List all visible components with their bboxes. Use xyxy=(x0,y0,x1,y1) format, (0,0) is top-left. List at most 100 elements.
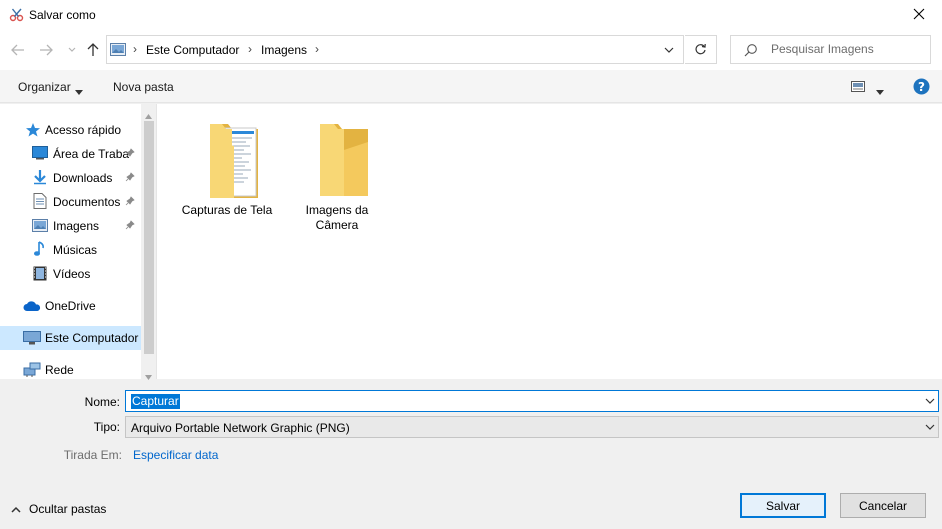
chevron-down-icon[interactable] xyxy=(925,421,935,435)
pin-icon xyxy=(125,195,135,209)
pictures-icon xyxy=(32,219,48,235)
film-icon xyxy=(33,266,49,282)
view-icon xyxy=(851,81,865,92)
nav-label: Acesso rápido xyxy=(45,123,122,137)
save-button[interactable]: Salvar xyxy=(740,493,826,518)
nav-item-imagens[interactable]: Imagens xyxy=(0,214,141,238)
address-history-dropdown[interactable] xyxy=(654,35,684,64)
file-name-value[interactable]: Capturar xyxy=(131,394,180,409)
chevron-down-icon xyxy=(68,47,76,52)
forward-button[interactable] xyxy=(38,42,54,58)
address-bar[interactable]: › Este Computador › Imagens › xyxy=(106,35,684,64)
caret-down-icon xyxy=(876,90,884,95)
nav-label: Documentos xyxy=(53,195,121,209)
network-icon xyxy=(23,362,41,378)
view-options-dropdown[interactable] xyxy=(876,84,884,98)
up-button[interactable] xyxy=(85,42,101,58)
pictures-library-icon xyxy=(110,43,126,56)
nav-label: Este Computador xyxy=(45,331,139,345)
search-icon xyxy=(744,43,758,60)
nav-label: Downloads xyxy=(53,171,113,185)
scroll-up-icon[interactable] xyxy=(145,108,152,122)
nav-item-documentos[interactable]: Documentos xyxy=(0,190,141,214)
music-note-icon xyxy=(33,241,49,257)
help-icon: ? xyxy=(913,78,930,95)
chevron-up-icon xyxy=(11,502,21,516)
organize-button[interactable]: Organizar xyxy=(18,80,71,94)
breadcrumb-este-computador[interactable]: Este Computador xyxy=(146,43,239,57)
file-type-select[interactable]: Arquivo Portable Network Graphic (PNG) xyxy=(125,416,939,438)
close-button[interactable] xyxy=(896,0,942,30)
caret-down-icon xyxy=(75,84,83,98)
breadcrumb-imagens[interactable]: Imagens xyxy=(261,43,307,57)
nav-item-videos[interactable]: Vídeos xyxy=(0,262,141,286)
window-title: Salvar como xyxy=(29,8,96,22)
file-list: Capturas de Tela Imagens da Câmera xyxy=(156,104,942,379)
navigation-pane: Acesso rápido Área de Traba Downloads Do… xyxy=(0,104,156,379)
search-input[interactable] xyxy=(771,42,921,56)
scrollbar-thumb[interactable] xyxy=(144,121,154,354)
command-bar: Organizar Nova pasta ? xyxy=(0,70,942,103)
breadcrumb-separator[interactable]: › xyxy=(315,42,319,56)
nav-label: Área de Traba xyxy=(53,147,130,161)
arrow-right-icon xyxy=(40,44,53,56)
cloud-icon xyxy=(23,300,41,316)
download-arrow-icon xyxy=(32,169,48,185)
folder-capturas-de-tela[interactable]: Capturas de Tela xyxy=(179,120,275,218)
name-label: Nome: xyxy=(84,395,120,409)
file-type-value: Arquivo Portable Network Graphic (PNG) xyxy=(131,421,350,435)
arrow-left-icon xyxy=(11,44,24,56)
nav-label: Rede xyxy=(45,363,74,377)
cancel-button[interactable]: Cancelar xyxy=(840,493,926,518)
pin-icon xyxy=(125,219,135,233)
navigation-scrollbar[interactable] xyxy=(141,104,156,380)
refresh-button[interactable] xyxy=(685,35,717,64)
pin-icon xyxy=(125,147,135,161)
arrow-up-icon xyxy=(87,43,99,56)
computer-icon xyxy=(23,331,41,347)
specify-date-link[interactable]: Especificar data xyxy=(133,448,218,462)
pin-icon xyxy=(125,171,135,185)
nav-label: Imagens xyxy=(53,219,100,233)
type-label: Tipo: xyxy=(93,420,120,434)
nav-item-rede[interactable]: Rede xyxy=(0,358,141,382)
nav-item-musicas[interactable]: Músicas xyxy=(0,238,141,262)
nav-item-area-de-trabalho[interactable]: Área de Traba xyxy=(0,142,141,166)
folder-imagens-da-camera[interactable]: Imagens da Câmera xyxy=(289,120,385,233)
nav-item-acesso-rapido[interactable]: Acesso rápido xyxy=(0,118,141,142)
search-box[interactable] xyxy=(730,35,931,64)
folder-name-line2: Câmera xyxy=(315,218,359,232)
svg-text:?: ? xyxy=(918,80,925,94)
folder-name: Capturas de Tela xyxy=(181,203,273,217)
document-icon xyxy=(33,193,49,209)
nav-item-onedrive[interactable]: OneDrive xyxy=(0,294,141,318)
file-name-input[interactable]: Capturar xyxy=(125,390,939,412)
folder-name: Imagens da xyxy=(305,203,369,217)
folder-icon xyxy=(194,124,260,203)
nav-label: Músicas xyxy=(53,243,98,257)
folder-icon xyxy=(304,124,370,203)
hide-folders-button[interactable]: Ocultar pastas xyxy=(11,502,106,516)
taken-label: Tirada Em: xyxy=(63,448,122,462)
nav-item-este-computador[interactable]: Este Computador xyxy=(0,326,141,350)
hide-folders-label: Ocultar pastas xyxy=(29,502,107,516)
scroll-down-icon[interactable] xyxy=(145,369,152,383)
nav-label: OneDrive xyxy=(45,299,96,313)
nav-item-downloads[interactable]: Downloads xyxy=(0,166,141,190)
chevron-down-icon[interactable] xyxy=(925,395,935,409)
recent-locations-button[interactable] xyxy=(64,42,80,58)
new-folder-button[interactable]: Nova pasta xyxy=(113,80,174,94)
close-icon xyxy=(913,8,925,23)
desktop-icon xyxy=(32,146,48,162)
nav-label: Vídeos xyxy=(53,267,91,281)
chevron-down-icon xyxy=(664,47,674,53)
breadcrumb-separator: › xyxy=(248,42,252,56)
snipping-tool-icon xyxy=(9,7,25,23)
help-button[interactable]: ? xyxy=(913,78,930,98)
back-button[interactable] xyxy=(10,42,26,58)
refresh-icon xyxy=(695,43,706,55)
view-options-button[interactable] xyxy=(851,81,865,95)
breadcrumb-separator: › xyxy=(133,42,137,56)
title-bar: Salvar como xyxy=(0,0,942,30)
star-icon xyxy=(25,122,41,138)
